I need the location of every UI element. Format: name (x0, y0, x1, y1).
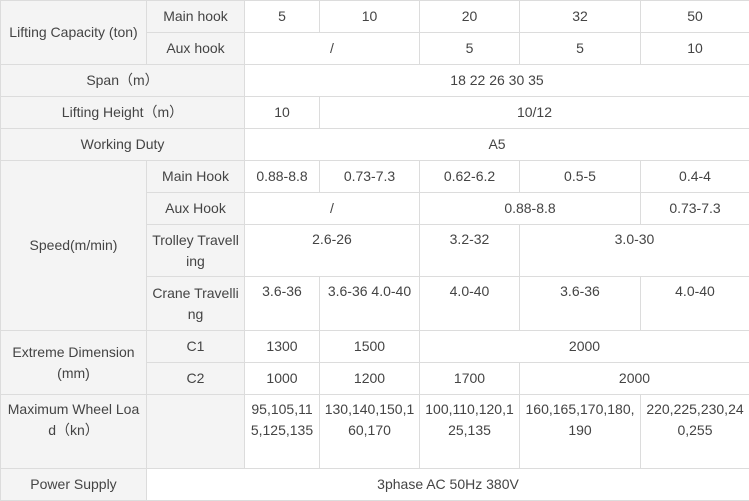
row-lifting-height: Lifting Height（m） 10 10/12 (1, 97, 749, 129)
capacity-main-5: 5 (245, 1, 320, 33)
aux-hook-label: Aux hook (147, 33, 245, 65)
trolley-speed-20t: 3.2-32 (420, 225, 520, 277)
span-value: 18 22 26 30 35 (245, 65, 749, 97)
trolley-speed-small: 2.6-26 (245, 225, 420, 277)
wheel-load-50t: 220,225,230,240,255 (641, 395, 749, 469)
crane-speed-32t: 3.6-36 (520, 277, 641, 331)
wheel-load-10t: 130,140,150,160,170 (320, 395, 420, 469)
trolley-travelling-label: Trolley Travelling (147, 225, 245, 277)
row-span: Span（m） 18 22 26 30 35 (1, 65, 749, 97)
extreme-dimension-label: Extreme Dimension(mm) (1, 331, 147, 395)
wheel-load-5t: 95,105,115,125,135 (245, 395, 320, 469)
c2-20t: 1700 (420, 363, 520, 395)
c1-large: 2000 (420, 331, 749, 363)
row-working-duty: Working Duty A5 (1, 129, 749, 161)
c2-label: C2 (147, 363, 245, 395)
crane-travelling-label: Crane Travelling (147, 277, 245, 331)
speed-main-hook-50t: 0.4-4 (641, 161, 749, 193)
lifting-capacity-label: Lifting Capacity (ton) (1, 1, 147, 65)
capacity-main-20: 20 (420, 1, 520, 33)
speed-label: Speed(m/min) (1, 161, 147, 331)
capacity-main-10: 10 (320, 1, 420, 33)
speed-main-hook-10t: 0.73-7.3 (320, 161, 420, 193)
lifting-height-others: 10/12 (320, 97, 749, 129)
capacity-aux-20: 5 (420, 33, 520, 65)
c1-10t: 1500 (320, 331, 420, 363)
speed-aux-hook-none: / (245, 193, 420, 225)
lifting-height-5t: 10 (245, 97, 320, 129)
max-wheel-load-blank (147, 395, 245, 469)
c2-5t: 1000 (245, 363, 320, 395)
capacity-aux-32: 5 (520, 33, 641, 65)
crane-speed-50t: 4.0-40 (641, 277, 749, 331)
wheel-load-20t: 100,110,120,125,135 (420, 395, 520, 469)
c1-5t: 1300 (245, 331, 320, 363)
speed-aux-hook-mid: 0.88-8.8 (420, 193, 641, 225)
row-lifting-capacity-main: Lifting Capacity (ton) Main hook 5 10 20… (1, 1, 749, 33)
crane-speed-5t: 3.6-36 (245, 277, 320, 331)
capacity-aux-none: / (245, 33, 420, 65)
working-duty-label: Working Duty (1, 129, 245, 161)
main-hook-label: Main hook (147, 1, 245, 33)
max-wheel-load-label: Maximum Wheel Load（kn） (1, 395, 147, 469)
c2-large: 2000 (520, 363, 749, 395)
speed-main-hook-20t: 0.62-6.2 (420, 161, 520, 193)
capacity-main-50: 50 (641, 1, 749, 33)
speed-aux-hook-50t: 0.73-7.3 (641, 193, 749, 225)
speed-aux-hook-label: Aux Hook (147, 193, 245, 225)
capacity-aux-50: 10 (641, 33, 749, 65)
row-dimension-c1: Extreme Dimension(mm) C1 1300 1500 2000 (1, 331, 749, 363)
spec-table: Lifting Capacity (ton) Main hook 5 10 20… (0, 0, 749, 501)
row-speed-main-hook: Speed(m/min) Main Hook 0.88-8.8 0.73-7.3… (1, 161, 749, 193)
power-supply-value: 3phase AC 50Hz 380V (147, 469, 749, 501)
row-power-supply: Power Supply 3phase AC 50Hz 380V (1, 469, 749, 501)
crane-speed-10t: 3.6-36 4.0-40 (320, 277, 420, 331)
crane-speed-20t: 4.0-40 (420, 277, 520, 331)
lifting-height-label: Lifting Height（m） (1, 97, 245, 129)
speed-main-hook-label: Main Hook (147, 161, 245, 193)
c1-label: C1 (147, 331, 245, 363)
wheel-load-32t: 160,165,170,180,190 (520, 395, 641, 469)
speed-main-hook-5t: 0.88-8.8 (245, 161, 320, 193)
capacity-main-32: 32 (520, 1, 641, 33)
c2-10t: 1200 (320, 363, 420, 395)
speed-main-hook-32t: 0.5-5 (520, 161, 641, 193)
power-supply-label: Power Supply (1, 469, 147, 501)
row-max-wheel-load: Maximum Wheel Load（kn） 95,105,115,125,13… (1, 395, 749, 469)
span-label: Span（m） (1, 65, 245, 97)
trolley-speed-large: 3.0-30 (520, 225, 749, 277)
working-duty-value: A5 (245, 129, 749, 161)
